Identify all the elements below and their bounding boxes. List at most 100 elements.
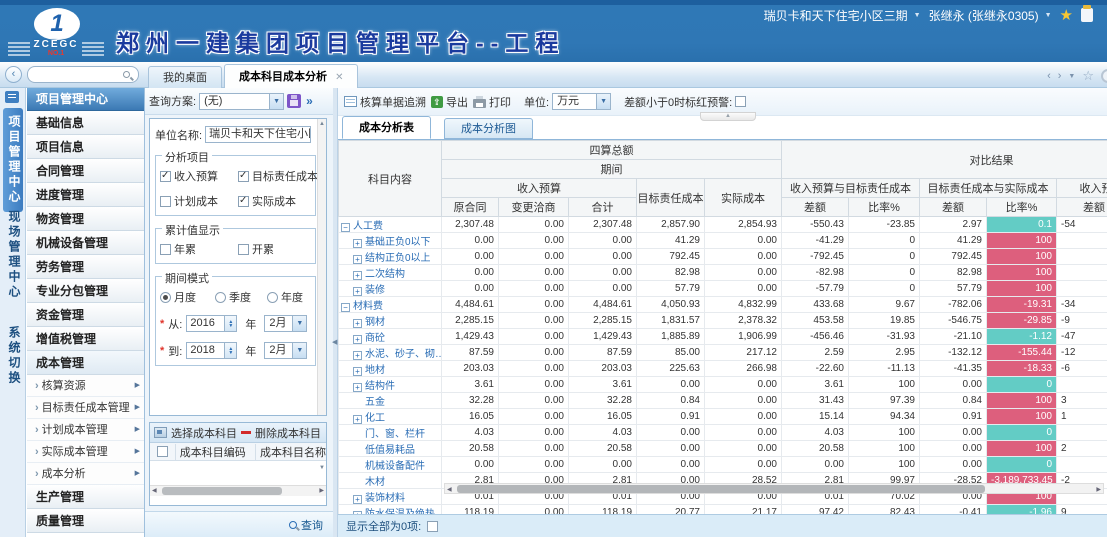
- expand-toggle-icon[interactable]: +: [353, 239, 362, 248]
- table-row[interactable]: +化工16.050.0016.050.910.0015.1494.340.911…: [339, 409, 1107, 425]
- print-button[interactable]: 打印: [473, 94, 511, 110]
- subject-link[interactable]: 结构正负0以上: [365, 253, 431, 264]
- table-row[interactable]: +结构正负0以上0.000.000.00792.450.00-792.45079…: [339, 249, 1107, 265]
- stepper-arrows-icon[interactable]: ▲▼: [224, 315, 237, 332]
- checkbox-icon[interactable]: [160, 244, 171, 255]
- sidebar-item[interactable]: 生产管理: [27, 485, 144, 509]
- scroll-up-icon[interactable]: ▲: [318, 119, 326, 127]
- panel-scrollbar[interactable]: ▲: [317, 119, 326, 415]
- select-subject-button[interactable]: 选择成本科目: [171, 425, 237, 441]
- subject-link[interactable]: 装饰材料: [365, 493, 405, 504]
- sidebar-item[interactable]: 机械设备管理: [27, 231, 144, 255]
- close-icon[interactable]: ✕: [335, 72, 343, 83]
- checkbox-option[interactable]: 实际成本: [238, 193, 318, 209]
- sidebar-item[interactable]: 物资管理: [27, 207, 144, 231]
- collapse-left-icon[interactable]: ◀: [332, 338, 337, 346]
- table-row[interactable]: 机械设备配件0.000.000.000.000.000.001000.000: [339, 457, 1107, 473]
- scrollbar-thumb[interactable]: [457, 485, 985, 493]
- trace-voucher-button[interactable]: 核算单据追溯: [344, 94, 426, 110]
- nav-strip-item[interactable]: 现场管理中心: [3, 210, 23, 300]
- export-button[interactable]: ⇪ 导出: [431, 94, 468, 110]
- sidebar-item[interactable]: 专业分包管理: [27, 279, 144, 303]
- expand-more-icon[interactable]: »: [306, 94, 313, 108]
- expand-toggle-icon[interactable]: +: [353, 415, 362, 424]
- radio-option[interactable]: 季度: [215, 289, 267, 305]
- checkbox-option[interactable]: 年累: [160, 241, 238, 257]
- tab-list-dropdown-icon[interactable]: ▼: [1068, 73, 1075, 80]
- table-row[interactable]: +基础正负0以下0.000.000.0041.290.00-41.29041.2…: [339, 233, 1107, 249]
- project-selector[interactable]: 瑞贝卡和天下住宅小区三期 ▼: [764, 7, 921, 24]
- subject-link[interactable]: 基础正负0以下: [365, 237, 431, 248]
- to-month-select[interactable]: 2月 ▼: [264, 342, 307, 359]
- sidebar-item[interactable]: ›目标责任成本管理▶: [27, 397, 144, 419]
- unit-name-field[interactable]: 瑞贝卡和天下住宅小区三期: [205, 126, 311, 143]
- subject-link[interactable]: 机械设备配件: [365, 461, 425, 472]
- table-row[interactable]: 门、窗、栏杆4.030.004.030.000.004.031000.000: [339, 425, 1107, 441]
- module-grid-icon[interactable]: [5, 91, 19, 103]
- checkbox-icon[interactable]: [160, 171, 171, 182]
- checkbox-icon[interactable]: [238, 244, 249, 255]
- subject-link[interactable]: 地材: [365, 365, 385, 376]
- radio-icon[interactable]: [267, 292, 278, 303]
- table-row[interactable]: +地材203.030.00203.03225.63266.98-22.60-11…: [339, 361, 1107, 377]
- expand-toggle-icon[interactable]: +: [353, 335, 362, 344]
- table-row[interactable]: +装修0.000.000.0057.790.00-57.79057.79100: [339, 281, 1107, 297]
- clipboard-icon[interactable]: [1081, 8, 1093, 22]
- subject-link[interactable]: 低值易耗品: [365, 445, 415, 456]
- sidebar-item[interactable]: 质量管理: [27, 509, 144, 533]
- checkbox-icon[interactable]: [160, 196, 171, 207]
- checkbox-icon[interactable]: [238, 196, 249, 207]
- checkbox-option[interactable]: 收入预算: [160, 168, 238, 184]
- from-year-stepper[interactable]: 2016 ▲▼: [186, 315, 237, 332]
- subject-link[interactable]: 商砼: [365, 333, 385, 344]
- nav-strip-item[interactable]: 项目管理中心: [3, 108, 23, 212]
- table-row[interactable]: +结构件3.610.003.610.000.003.611000.000: [339, 377, 1107, 393]
- subject-link[interactable]: 水泥、砂子、砌…: [365, 349, 442, 360]
- sidebar-item[interactable]: 成本管理: [27, 351, 144, 375]
- checkbox-icon[interactable]: [238, 171, 249, 182]
- subject-link[interactable]: 五金: [365, 397, 385, 408]
- show-zero-checkbox[interactable]: [427, 521, 438, 532]
- nav-strip-item[interactable]: 系统切换: [3, 326, 23, 386]
- table-hscrollbar[interactable]: ◀ ▶: [444, 483, 1104, 494]
- tab-analysis-chart[interactable]: 成本分析图: [444, 118, 533, 139]
- subject-link[interactable]: 木材: [365, 477, 385, 488]
- radio-option[interactable]: 月度: [160, 289, 215, 305]
- to-year-stepper[interactable]: 2018 ▲▼: [186, 342, 237, 359]
- collapse-toggle-icon[interactable]: −: [341, 223, 350, 232]
- scroll-left-icon[interactable]: ◀: [152, 487, 157, 494]
- table-row[interactable]: −人工费2,307.480.002,307.482,857.902,854.93…: [339, 217, 1107, 233]
- expand-toggle-icon[interactable]: +: [353, 287, 362, 296]
- expand-toggle-icon[interactable]: +: [353, 255, 362, 264]
- menu-search-input[interactable]: [27, 66, 139, 83]
- refresh-icon[interactable]: [1101, 69, 1107, 83]
- table-row[interactable]: 低值易耗品20.580.0020.580.000.0020.581000.001…: [339, 441, 1107, 457]
- table-row[interactable]: +商砼1,429.430.001,429.431,885.891,906.99-…: [339, 329, 1107, 345]
- sidebar-item[interactable]: ›实际成本管理▶: [27, 441, 144, 463]
- scroll-left-icon[interactable]: ◀: [447, 486, 452, 493]
- favorites-icon[interactable]: ☆: [1082, 68, 1094, 84]
- radio-icon[interactable]: [160, 292, 171, 303]
- user-menu[interactable]: 张继永 (张继永0305) ▼: [929, 7, 1052, 24]
- subject-link[interactable]: 装修: [365, 285, 385, 296]
- radio-option[interactable]: 年度: [267, 289, 311, 305]
- expand-toggle-icon[interactable]: +: [353, 351, 362, 360]
- tab-cost-analysis[interactable]: 成本科目成本分析 ✕: [224, 64, 358, 88]
- subject-link[interactable]: 人工费: [353, 221, 383, 232]
- select-all-checkbox[interactable]: [157, 446, 168, 457]
- subject-link[interactable]: 结构件: [365, 381, 395, 392]
- sidebar-item[interactable]: ›成本分析▶: [27, 463, 144, 485]
- tab-analysis-table[interactable]: 成本分析表: [342, 116, 431, 139]
- search-button[interactable]: 查询: [289, 517, 323, 533]
- table-row[interactable]: +防水保温及绝热…118.190.00118.1920.7721.1797.42…: [339, 505, 1107, 515]
- table-row[interactable]: +二次结构0.000.000.0082.980.00-82.98082.9810…: [339, 265, 1107, 281]
- checkbox-option[interactable]: 计划成本: [160, 193, 238, 209]
- scroll-right-icon[interactable]: ›: [1058, 70, 1062, 82]
- sidebar-item[interactable]: 进度管理: [27, 183, 144, 207]
- warn-checkbox[interactable]: [735, 96, 746, 107]
- table-row[interactable]: −材料费4,484.610.004,484.614,050.934,832.99…: [339, 297, 1107, 313]
- tab-my-desktop[interactable]: 我的桌面: [148, 66, 222, 88]
- expand-toggle-icon[interactable]: +: [353, 383, 362, 392]
- expand-toggle-icon[interactable]: +: [353, 367, 362, 376]
- subject-link[interactable]: 钢材: [365, 317, 385, 328]
